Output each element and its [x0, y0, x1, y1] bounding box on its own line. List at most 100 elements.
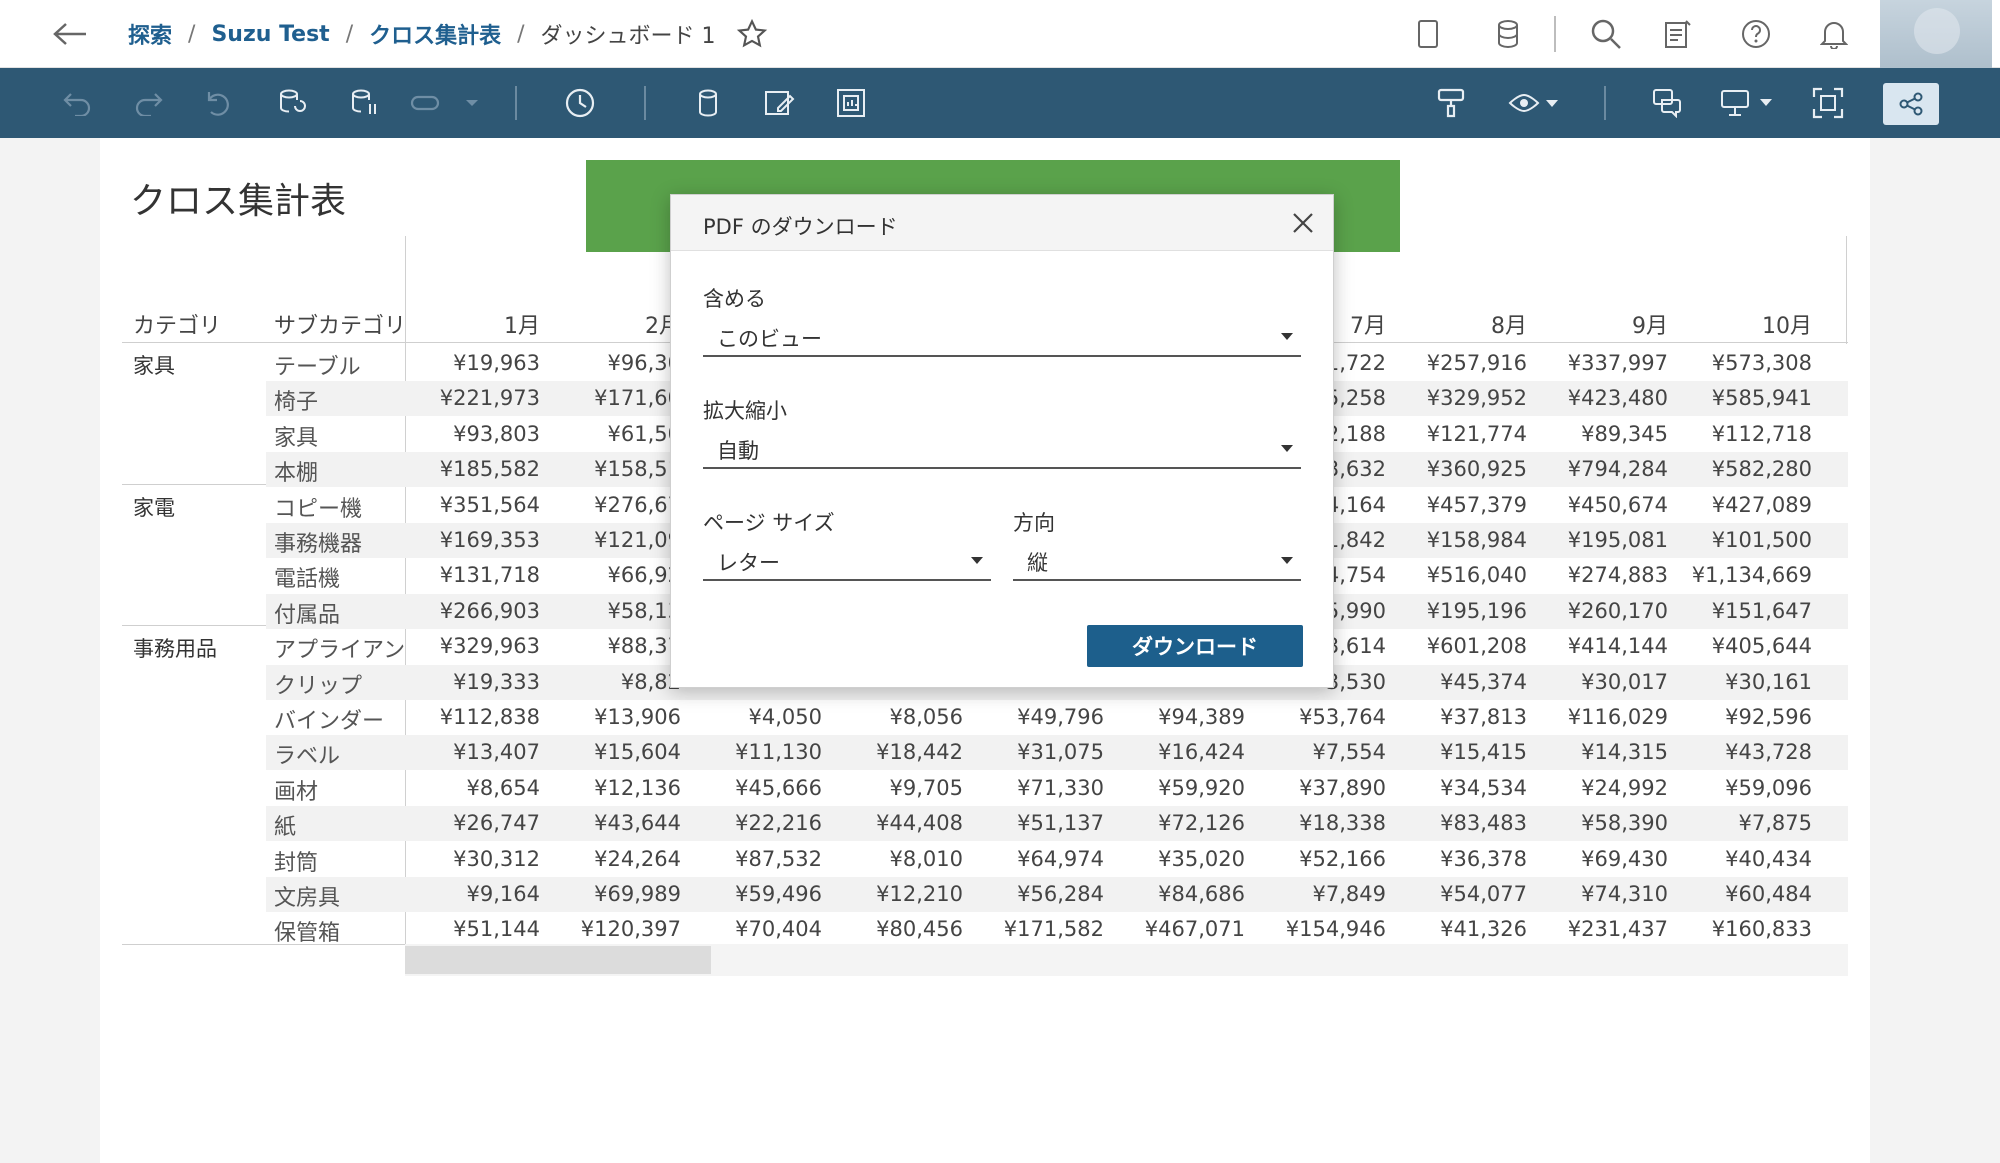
table-cell: ¥24,264: [594, 846, 681, 871]
table-cell: ¥18,338: [1299, 811, 1386, 836]
table-cell: ¥585,941: [1711, 386, 1812, 411]
table-cell: ¥69,430: [1581, 846, 1668, 871]
fit-icon[interactable]: [1808, 83, 1848, 123]
revert-icon[interactable]: [198, 83, 238, 123]
table-cell: ¥266,903: [439, 598, 540, 623]
table-cell: ¥171,60: [594, 386, 681, 411]
swap-icon[interactable]: [406, 83, 446, 123]
table-cell: ¥101,500: [1711, 528, 1812, 552]
breadcrumb-explore[interactable]: 探索: [128, 18, 172, 50]
page-size-select-value: レター: [717, 551, 780, 575]
table-cell: ¥54,077: [1440, 882, 1527, 906]
horizontal-scrollbar-thumb[interactable]: [405, 946, 711, 974]
table-cell: ¥8,654: [466, 775, 540, 800]
category-label: 家具: [133, 354, 175, 378]
breadcrumb: 探索 / Suzu Test / クロス集計表 / ダッシュボード 1: [128, 0, 768, 68]
notes-icon[interactable]: [1658, 14, 1698, 54]
include-select[interactable]: このビュー: [703, 317, 1301, 357]
table-cell: ¥274,883: [1567, 563, 1668, 588]
table-cell: ¥52,166: [1299, 846, 1386, 871]
data-icon[interactable]: [688, 83, 728, 123]
table-cell: ¥61,50: [607, 421, 681, 446]
table-cell: ¥8,82: [620, 669, 681, 694]
table-cell: ¥160,833: [1711, 917, 1812, 942]
table-cell: ¥19,963: [453, 351, 540, 375]
page-size-select[interactable]: レター: [703, 541, 991, 581]
table-cell: ¥31,075: [1017, 740, 1104, 765]
include-select-value: このビュー: [717, 327, 822, 351]
present-icon[interactable]: [1716, 83, 1780, 123]
table-cell: ¥185,582: [439, 457, 540, 482]
table-cell: ¥59,496: [735, 882, 822, 906]
table-cell: ¥30,017: [1581, 669, 1668, 694]
bell-icon[interactable]: [1814, 14, 1854, 54]
table-cell: ¥58,390: [1581, 811, 1668, 836]
back-arrow-icon[interactable]: [48, 14, 92, 54]
table-cell: ¥276,67: [594, 492, 681, 517]
orientation-select-value: 縦: [1027, 551, 1048, 575]
subcategory-label: クリップ: [274, 673, 363, 699]
table-cell: ¥169,353: [439, 528, 540, 552]
table-cell: ¥14,315: [1581, 740, 1668, 765]
share-icon[interactable]: [1883, 83, 1939, 125]
top-navigation-bar: 探索 / Suzu Test / クロス集計表 / ダッシュボード 1: [0, 0, 2000, 68]
subcategory-label: 家具: [274, 425, 319, 451]
scale-label: 拡大縮小: [703, 399, 787, 423]
avatar-image: [1914, 8, 1960, 54]
view-icon[interactable]: [1504, 83, 1564, 123]
table-cell: ¥16,424: [1158, 740, 1245, 765]
orientation-select[interactable]: 縦: [1013, 541, 1301, 581]
edit-datasource-icon[interactable]: [760, 83, 800, 123]
table-cell: ¥94,389: [1158, 705, 1245, 729]
undo-icon[interactable]: [58, 83, 98, 123]
column-header-month: 2月: [645, 314, 681, 339]
dropdown-icon[interactable]: [452, 83, 492, 123]
scale-select[interactable]: 自動: [703, 429, 1301, 469]
help-icon[interactable]: [1736, 14, 1776, 54]
breadcrumb-project[interactable]: Suzu Test: [211, 22, 329, 47]
chevron-down-icon: [1281, 557, 1293, 564]
user-avatar[interactable]: [1880, 0, 1992, 68]
table-cell: ¥158,984: [1426, 528, 1527, 552]
table-cell: ¥26,747: [453, 811, 540, 836]
page-size-label: ページ サイズ: [703, 511, 835, 535]
clock-icon[interactable]: [560, 83, 600, 123]
table-cell: ¥7,849: [1312, 882, 1386, 906]
table-cell: ¥231,437: [1567, 917, 1668, 942]
table-right-border: [1846, 236, 1847, 344]
data-source-icon[interactable]: [1488, 14, 1528, 54]
dialog-header: PDF のダウンロード: [671, 195, 1333, 251]
table-cell: ¥4,050: [748, 705, 822, 729]
close-icon[interactable]: [1287, 207, 1319, 239]
device-preview-icon[interactable]: [1408, 14, 1448, 54]
breadcrumb-workbook[interactable]: クロス集計表: [369, 18, 501, 50]
table-cell: ¥36,378: [1440, 846, 1527, 871]
table-cell: ¥260,170: [1567, 598, 1668, 623]
table-cell: ¥64,974: [1017, 846, 1104, 871]
scale-select-value: 自動: [717, 439, 759, 463]
table-cell: ¥45,374: [1440, 669, 1527, 694]
table-cell: ¥794,284: [1567, 457, 1668, 482]
column-header-month: 1月: [504, 314, 540, 339]
comment-icon[interactable]: [1648, 83, 1688, 123]
category-label: 家電: [133, 495, 175, 520]
table-cell: ¥158,51: [594, 457, 681, 482]
star-icon[interactable]: [736, 18, 768, 50]
view-data-icon[interactable]: [832, 83, 872, 123]
table-cell: ¥516,040: [1426, 563, 1527, 588]
redo-icon[interactable]: [128, 83, 168, 123]
format-painter-icon[interactable]: [1432, 83, 1472, 123]
table-cell: ¥24,992: [1581, 775, 1668, 800]
table-cell: ¥53,764: [1299, 705, 1386, 729]
breadcrumb-separator: /: [188, 21, 196, 47]
download-button[interactable]: ダウンロード: [1087, 625, 1303, 667]
table-cell: ¥582,280: [1711, 457, 1812, 482]
table-cell: ¥44,408: [876, 811, 963, 836]
table-cell: ¥7,554: [1312, 740, 1386, 765]
table-cell: ¥112,718: [1711, 421, 1812, 446]
table-cell: ¥70,404: [735, 917, 822, 942]
table-cell: ¥83,483: [1440, 811, 1527, 836]
pause-updates-icon[interactable]: [344, 83, 384, 123]
search-icon[interactable]: [1586, 14, 1626, 54]
refresh-data-icon[interactable]: [272, 83, 312, 123]
